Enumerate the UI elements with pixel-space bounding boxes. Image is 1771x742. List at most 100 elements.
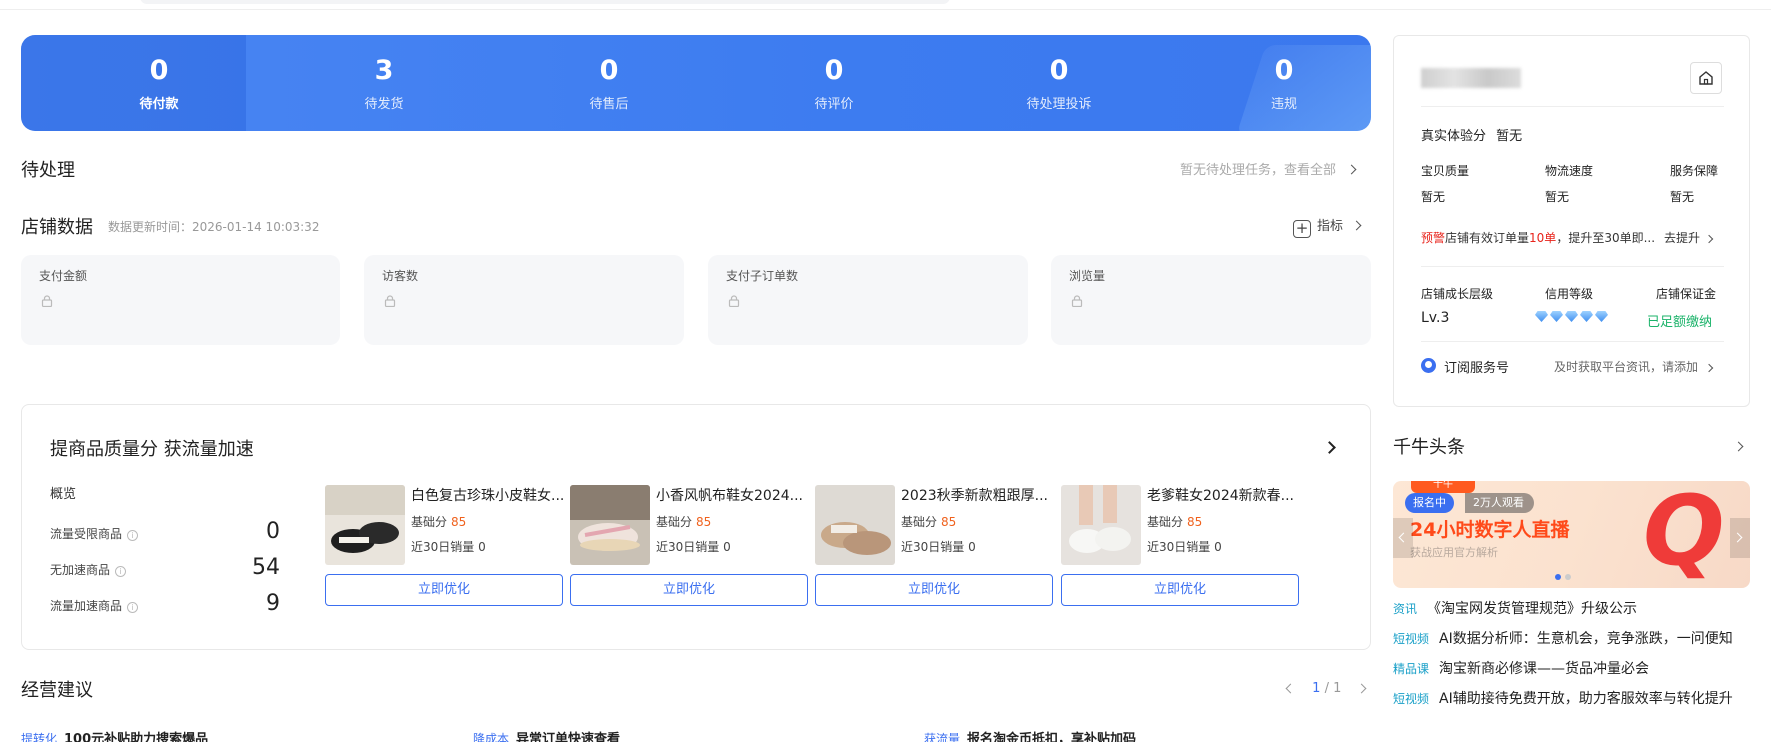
news-item[interactable]: 短视频 AI数据分析师：生意机会，竞争涨跌，一问便知	[1393, 628, 1750, 648]
stat-pending-shipment[interactable]: 3 待发货	[304, 55, 464, 112]
product-name[interactable]: 老爹鞋女2024新款春...	[1147, 485, 1299, 505]
carousel-next[interactable]	[1730, 518, 1750, 558]
carousel-dot[interactable]	[1555, 574, 1561, 580]
advice-tag: 提转化	[21, 732, 58, 742]
lock-icon	[41, 295, 53, 307]
overview-label: 无加速商品	[50, 563, 111, 577]
metric-card-payment-amount[interactable]: 支付金额	[21, 255, 340, 345]
optimize-button[interactable]: 立即优化	[815, 574, 1053, 606]
sub-score-label: 宝贝质量	[1421, 164, 1470, 178]
view-all-pending-link[interactable]: 暂无待处理任务，查看全部	[1180, 159, 1357, 178]
stat-label: 待处理投诉	[1026, 97, 1092, 112]
stat-violation[interactable]: 0 违规	[1204, 55, 1364, 112]
product-image[interactable]	[815, 485, 895, 565]
product-name[interactable]: 2023秋季新款粗跟厚...	[901, 485, 1053, 505]
credit-label: 信用等级	[1545, 287, 1594, 301]
news-banner[interactable]: 千牛 2万人观看 报名中 24小时数字人直播 获战应用官方解析 Q	[1393, 481, 1750, 588]
product-image[interactable]	[570, 485, 650, 565]
live-badge: 报名中	[1405, 493, 1454, 513]
stat-label: 待评价	[814, 97, 854, 112]
sub-score-value: 暂无	[1421, 190, 1446, 204]
stat-pending-complaint[interactable]: 0 待处理投诉	[979, 55, 1139, 112]
advice-text: 异常订单快速查看	[516, 732, 621, 742]
chevron-left-icon	[1398, 532, 1409, 543]
improve-link[interactable]: 去提升	[1664, 229, 1714, 246]
info-icon[interactable]: i	[127, 530, 139, 541]
advice-item[interactable]: 降成本 异常订单快速查看	[473, 728, 620, 742]
optimize-button[interactable]: 立即优化	[570, 574, 808, 606]
advice-item[interactable]: 获流量 报名淘金币抵扣，享补贴加码	[924, 728, 1136, 742]
metric-card-label: 支付子订单数	[726, 269, 799, 283]
advice-title: 经营建议	[21, 680, 93, 701]
metric-card-sub-orders[interactable]: 支付子订单数	[708, 255, 1028, 345]
advice-item[interactable]: 提转化 100元补贴助力搜索爆品	[21, 728, 208, 742]
overview-value: 0	[266, 519, 280, 544]
shop-profile-panel: 真实体验分 暂无 宝贝质量 暂无 物流速度 暂无 服务保障 暂无 预警店铺有效订…	[1393, 35, 1750, 407]
chevron-right-icon[interactable]	[1323, 441, 1336, 454]
metric-card-visitors[interactable]: 访客数	[364, 255, 684, 345]
chevron-right-icon	[1704, 234, 1714, 244]
stat-pending-payment[interactable]: 0 待付款	[79, 55, 239, 112]
search-bar[interactable]	[140, 0, 950, 4]
product-name[interactable]: 白色复古珍珠小皮鞋女...	[411, 485, 563, 505]
stat-label: 待付款	[139, 97, 179, 112]
diamond-icon	[1580, 311, 1593, 322]
metric-card-page-views[interactable]: 浏览量	[1051, 255, 1371, 345]
page-total: / 1	[1324, 681, 1342, 696]
news-title: 千牛头条	[1393, 437, 1465, 458]
overview-label: 流量加速商品	[50, 599, 123, 613]
overview-value: 54	[252, 555, 280, 580]
pending-link-label: 暂无待处理任务，查看全部	[1180, 163, 1337, 178]
sub-score-value: 暂无	[1670, 190, 1695, 204]
score-value: 85	[696, 515, 712, 529]
product-sales: 近30日销量 0	[1147, 540, 1222, 554]
stat-pending-aftersale[interactable]: 0 待售后	[529, 55, 689, 112]
shop-data-title: 店铺数据	[21, 217, 93, 238]
score-label: 基础分	[656, 515, 693, 529]
chevron-left-icon[interactable]	[1285, 683, 1296, 694]
experience-label: 真实体验分	[1421, 129, 1487, 144]
divider	[1421, 106, 1724, 107]
quality-panel-title: 提商品质量分 获流量加速	[50, 439, 254, 460]
order-warning: 预警店铺有效订单量10单，提升至30单即...	[1421, 229, 1655, 246]
news-tag: 短视频	[1393, 632, 1430, 646]
deposit-status[interactable]: 已足额缴纳	[1647, 311, 1712, 330]
subscribe-label[interactable]: 订阅服务号	[1444, 357, 1509, 376]
subscribe-hint[interactable]: 及时获取平台资讯，请添加	[1554, 358, 1714, 375]
advice-tag: 获流量	[924, 732, 961, 742]
optimize-button[interactable]: 立即优化	[1061, 574, 1299, 606]
stat-pending-review[interactable]: 0 待评价	[754, 55, 914, 112]
product-sales: 近30日销量 0	[656, 540, 731, 554]
news-text: AI数据分析师：生意机会，竞争涨跌，一问便知	[1439, 631, 1733, 647]
chevron-right-icon[interactable]	[1733, 441, 1744, 452]
level-label: 店铺成长层级	[1421, 287, 1494, 301]
chevron-right-icon	[1704, 363, 1714, 373]
stat-value: 0	[824, 55, 844, 86]
carousel-prev[interactable]	[1393, 518, 1413, 558]
score-label: 基础分	[1147, 515, 1184, 529]
info-icon[interactable]: i	[127, 602, 139, 613]
overview-row-limited: 流量受限商品 i 0	[50, 519, 280, 545]
metric-settings-button[interactable]: + 指标	[1293, 215, 1362, 238]
carousel-dot[interactable]	[1565, 574, 1571, 580]
news-item[interactable]: 精品课 淘宝新商必修课——货品冲量必会	[1393, 658, 1750, 678]
advice-text: 100元补贴助力搜索爆品	[64, 732, 209, 742]
product-name[interactable]: 小香风帆布鞋女2024...	[656, 485, 808, 505]
chevron-right-icon[interactable]	[1356, 683, 1366, 694]
news-text: 《淘宝网发货管理规范》升级公示	[1427, 601, 1638, 617]
chevron-right-icon	[1351, 220, 1362, 231]
home-button[interactable]	[1690, 62, 1722, 94]
overview-title: 概览	[50, 487, 77, 502]
score-value: 85	[1187, 515, 1203, 529]
advice-text: 报名淘金币抵扣，享补贴加码	[967, 732, 1137, 742]
optimize-button[interactable]: 立即优化	[325, 574, 563, 606]
news-item[interactable]: 资讯 《淘宝网发货管理规范》升级公示	[1393, 598, 1750, 618]
news-item[interactable]: 短视频 AI辅助接待免费开放，助力客服效率与转化提升	[1393, 688, 1750, 708]
sub-score-label: 服务保障	[1670, 164, 1719, 178]
product-image[interactable]	[1061, 485, 1141, 565]
stat-value: 0	[149, 55, 169, 86]
carousel-dots	[1555, 569, 1575, 584]
product-image[interactable]	[325, 485, 405, 565]
info-icon[interactable]: i	[115, 566, 127, 577]
metric-card-label: 浏览量	[1069, 269, 1106, 283]
